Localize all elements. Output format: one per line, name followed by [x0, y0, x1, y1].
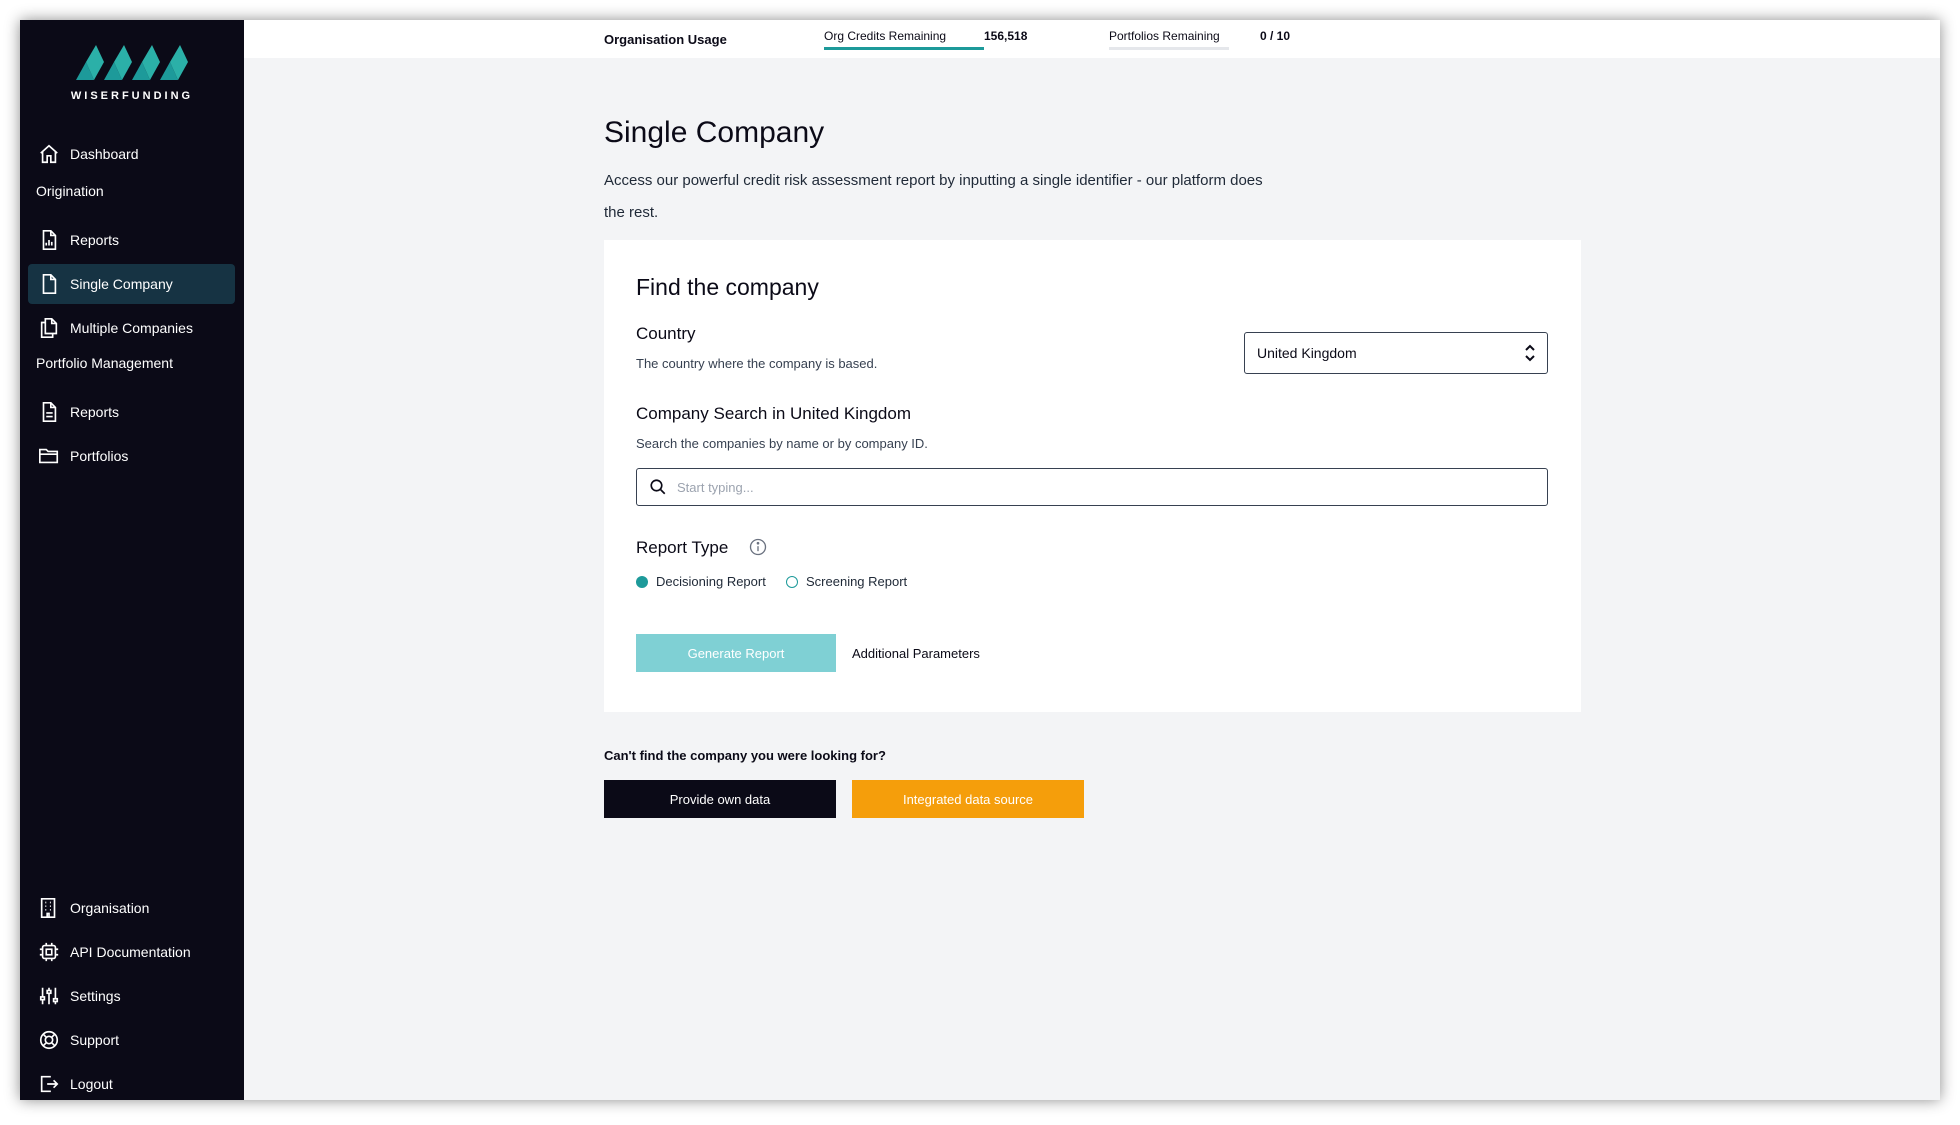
- portfolios-progress: [1109, 47, 1229, 50]
- building-icon: [38, 897, 60, 919]
- sidebar-item-support[interactable]: Support: [28, 1020, 235, 1060]
- chip-icon: [38, 941, 60, 963]
- portfolios-label: Portfolios Remaining: [1109, 29, 1220, 43]
- sidebar-item-label: Support: [70, 1032, 120, 1048]
- radio-unselected-dot: [786, 575, 798, 588]
- page-description: Access our powerful credit risk assessme…: [604, 172, 1263, 221]
- credits-progress-fill: [824, 47, 984, 50]
- integrated-data-source-button[interactable]: Integrated data source: [852, 780, 1084, 818]
- sidebar-item-organisation[interactable]: Organisation: [28, 888, 235, 928]
- sidebar-item-api-documentation[interactable]: API Documentation: [28, 932, 235, 972]
- sidebar-item-label: Reports: [70, 232, 120, 248]
- sidebar-item-label: Organisation: [70, 900, 150, 916]
- lifebuoy-icon: [38, 1029, 60, 1051]
- report-chart-icon: [38, 229, 60, 251]
- radio-decisioning-report[interactable]: Decisioning Report: [636, 574, 766, 589]
- sidebar-item-single-company[interactable]: Single Company: [28, 264, 235, 304]
- card-title: Find the company: [636, 274, 819, 300]
- info-icon[interactable]: [748, 537, 768, 557]
- sidebar-item-label: Settings: [70, 988, 121, 1004]
- sidebar-section-portfolio-management: Portfolio Management: [36, 355, 173, 371]
- usage-title: Organisation Usage: [604, 32, 727, 47]
- page-title: Single Company: [604, 116, 825, 149]
- sidebar-item-label: Multiple Companies: [70, 320, 193, 336]
- country-select[interactable]: United Kingdom: [1244, 332, 1548, 374]
- radio-screening-report[interactable]: Screening Report: [786, 574, 907, 589]
- usage-bar: Organisation Usage Org Credits Remaining…: [244, 20, 1940, 58]
- generate-report-button[interactable]: Generate Report: [636, 634, 836, 672]
- sidebar-item-dashboard[interactable]: Dashboard: [28, 134, 235, 174]
- country-selected-value: United Kingdom: [1257, 345, 1357, 361]
- sidebar-item-origination-reports[interactable]: Reports: [28, 220, 235, 260]
- document-lines-icon: [38, 401, 60, 423]
- company-search-hint: Search the companies by name or by compa…: [636, 436, 928, 451]
- document-icon: [38, 273, 60, 295]
- sidebar-item-label: Logout: [70, 1076, 113, 1092]
- logout-icon: [38, 1073, 60, 1095]
- credits-value: 156,518: [984, 29, 1028, 43]
- sidebar-item-label: Dashboard: [70, 146, 139, 162]
- provide-own-data-button[interactable]: Provide own data: [604, 780, 836, 818]
- country-hint: The country where the company is based.: [636, 356, 878, 371]
- radio-selected-dot: [636, 575, 648, 588]
- cant-find-text: Can't find the company you were looking …: [604, 748, 886, 763]
- brand-name: WISERFUNDING: [70, 90, 194, 102]
- company-search-input[interactable]: [677, 469, 1537, 505]
- sidebar-item-portfolio-reports[interactable]: Reports: [28, 392, 235, 432]
- sidebar-item-label: Reports: [70, 404, 120, 420]
- sliders-icon: [38, 985, 60, 1007]
- credits-progress: [824, 47, 984, 50]
- additional-parameters-link[interactable]: Additional Parameters: [852, 646, 980, 661]
- radio-label: Screening Report: [806, 574, 908, 589]
- radio-label: Decisioning Report: [656, 574, 766, 589]
- search-icon: [650, 479, 666, 495]
- sidebar-item-portfolios[interactable]: Portfolios: [28, 436, 235, 476]
- sidebar-item-logout[interactable]: Logout: [28, 1064, 235, 1100]
- sidebar-item-settings[interactable]: Settings: [28, 976, 235, 1016]
- documents-icon: [38, 317, 60, 339]
- app-window: WISERFUNDING Dashboard Origination Repor…: [20, 20, 1940, 1100]
- portfolios-value: 0 / 10: [1260, 29, 1291, 43]
- sidebar: WISERFUNDING Dashboard Origination Repor…: [20, 20, 244, 1100]
- home-icon: [38, 143, 60, 165]
- find-company-card: Find the company Country The country whe…: [604, 240, 1581, 712]
- company-search-box: [636, 468, 1548, 506]
- chevron-up-down-icon: [1525, 344, 1535, 362]
- credits-label: Org Credits Remaining: [824, 29, 947, 43]
- country-label: Country: [636, 324, 696, 343]
- sidebar-section-origination: Origination: [36, 183, 104, 199]
- sidebar-item-multiple-companies[interactable]: Multiple Companies: [28, 308, 235, 348]
- sidebar-item-label: Portfolios: [70, 448, 129, 464]
- company-search-label: Company Search in United Kingdom: [636, 404, 911, 423]
- sidebar-item-label: API Documentation: [70, 944, 191, 960]
- report-type-label: Report Type: [636, 538, 729, 557]
- folder-icon: [38, 445, 60, 467]
- sidebar-item-label: Single Company: [70, 276, 173, 292]
